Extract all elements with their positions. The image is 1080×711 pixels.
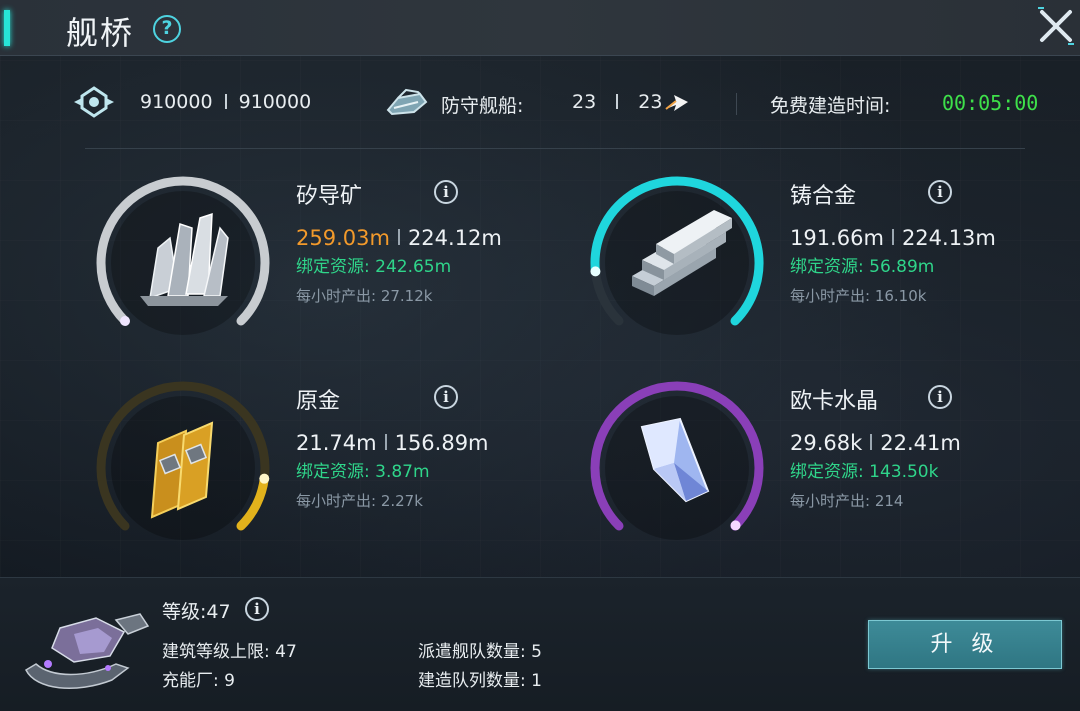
free-build-time: 00:05:00	[942, 91, 1039, 115]
info-icon[interactable]: i	[434, 180, 458, 204]
resource-current: 191.66m	[790, 226, 884, 250]
resource-raw-gold[interactable]: 原金 i 21.74m 156.89m 绑定资源: 3.87m 每小时产出: 2.…	[88, 373, 568, 573]
resource-bound: 绑定资源: 242.65m	[296, 257, 452, 277]
resource-ring	[590, 176, 764, 335]
defense-label: 防守舰船:	[441, 95, 524, 117]
resource-capacity: 224.12m	[407, 226, 502, 250]
page-title: 舰桥	[66, 14, 135, 52]
resource-bound: 绑定资源: 3.87m	[296, 462, 430, 482]
resource-rate: 每小时产出: 27.12k	[296, 287, 433, 305]
info-icon[interactable]: i	[928, 385, 952, 409]
resource-name: 原金	[296, 389, 341, 414]
resource-rate: 每小时产出: 214	[790, 492, 904, 510]
upgrade-button[interactable]: 升 级	[868, 620, 1062, 669]
info-icon[interactable]: i	[928, 180, 952, 204]
power-value: 910000	[140, 91, 213, 113]
stats-row: 910000 910000 防守舰船: 23 23 免费建造时间: 00:05:…	[0, 60, 1080, 150]
resource-bound: 绑定资源: 143.50k	[790, 462, 939, 482]
level-info-icon[interactable]: i	[245, 597, 269, 621]
power-max: 910000	[238, 91, 312, 113]
bridge-building-icon	[25, 613, 150, 689]
info-icon[interactable]: i	[434, 385, 458, 409]
resource-capacity: 156.89m	[394, 431, 489, 455]
power-emblem-icon	[74, 86, 114, 118]
close-icon[interactable]	[1036, 6, 1076, 46]
title-bar: 舰桥 ?	[0, 0, 1080, 56]
charger-count: 充能厂: 9	[162, 671, 235, 691]
stats-divider	[736, 93, 737, 115]
resource-current: 259.03m	[296, 226, 390, 250]
dispatch-fleet-count: 派遣舰队数量: 5	[418, 642, 542, 662]
power-values: 910000 910000	[140, 91, 311, 113]
free-build-label: 免费建造时间:	[770, 95, 891, 117]
help-icon[interactable]: ?	[153, 15, 181, 43]
resource-amounts: 21.74m 156.89m	[296, 431, 489, 455]
resource-capacity: 22.41m	[880, 431, 961, 455]
resource-bound: 绑定资源: 56.89m	[790, 257, 935, 277]
resource-name: 铸合金	[790, 184, 857, 209]
resource-alloy[interactable]: 铸合金 i 191.66m 224.13m 绑定资源: 56.89m 每小时产出:…	[582, 168, 1062, 368]
resource-amounts: 259.03m 224.12m	[296, 226, 502, 250]
resource-current: 29.68k	[790, 431, 863, 455]
resource-rate: 每小时产出: 2.27k	[296, 492, 423, 510]
defense-max: 23	[638, 91, 663, 113]
resource-rate: 每小时产出: 16.10k	[790, 287, 927, 305]
resource-amounts: 191.66m 224.13m	[790, 226, 996, 250]
build-queue-count: 建造队列数量: 1	[418, 671, 542, 691]
section-divider	[85, 148, 1025, 149]
building-level: 等级:47	[162, 601, 231, 623]
resource-oka-crystal[interactable]: 欧卡水晶 i 29.68k 22.41m 绑定资源: 143.50k 每小时产出:…	[582, 373, 1062, 573]
title-accent-bar	[4, 10, 10, 46]
resource-amounts: 29.68k 22.41m	[790, 431, 961, 455]
resource-name: 欧卡水晶	[790, 389, 879, 414]
resource-ring	[96, 381, 270, 540]
building-max-level: 建筑等级上限: 47	[162, 642, 297, 662]
resource-name: 矽导矿	[296, 184, 363, 209]
resource-capacity: 224.13m	[901, 226, 996, 250]
arrow-right-icon[interactable]	[664, 91, 690, 113]
defense-current: 23	[572, 91, 597, 113]
bridge-panel: 舰桥 ? 910000 910000 防守舰船: 23 23 免费建造时间: 0…	[0, 0, 1080, 711]
defense-counts: 23 23	[572, 91, 662, 113]
defense-ship-icon	[386, 88, 428, 116]
resource-current: 21.74m	[296, 431, 377, 455]
resource-ring	[96, 176, 270, 335]
resource-silicon-ore[interactable]: 矽导矿 i 259.03m 224.12m 绑定资源: 242.65m 每小时产出…	[88, 168, 568, 368]
resource-ring	[590, 381, 764, 540]
